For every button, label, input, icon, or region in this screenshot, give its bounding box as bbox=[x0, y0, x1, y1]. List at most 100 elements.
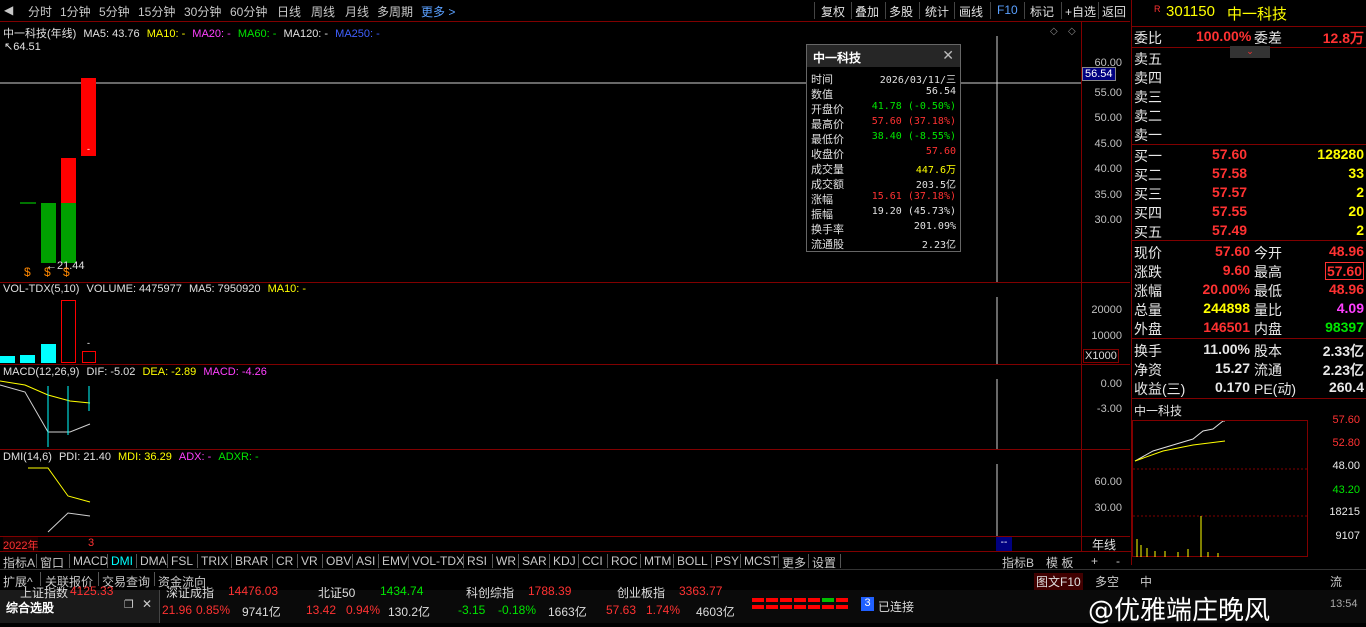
cursor-price-label: 56.54 bbox=[1082, 67, 1116, 81]
buy-level-row: 买五 57.49 2 bbox=[1134, 222, 1366, 241]
popup-row: 换手率 201.09% bbox=[811, 221, 956, 236]
svg-text:-: - bbox=[87, 144, 90, 154]
tool-stats[interactable]: 统计 bbox=[925, 3, 949, 20]
longshort-tab[interactable]: 多空 bbox=[1095, 573, 1119, 590]
period-30min[interactable]: 30分钟 bbox=[184, 3, 221, 20]
indicator-tab[interactable]: VR bbox=[301, 554, 318, 568]
period-multi[interactable]: 多周期 bbox=[377, 3, 413, 20]
index-value: 14476.03 bbox=[228, 584, 279, 598]
index-item[interactable]: 创业板指 3363.77 bbox=[617, 584, 767, 623]
indicator-tab[interactable]: BOLL bbox=[677, 554, 708, 568]
dmi-panel[interactable]: DMI(14,6) PDI: 21.40 MDI: 36.29 ADX: - A… bbox=[0, 450, 1081, 536]
connection-count: 3 bbox=[861, 597, 874, 611]
weibi-value: 100.00% bbox=[1196, 28, 1252, 44]
indicator-tab[interactable]: ROC bbox=[611, 554, 638, 568]
buy-volume: 20 bbox=[1348, 203, 1364, 219]
indicator-tab[interactable]: CCI bbox=[582, 554, 603, 568]
indicator-tabbar: 指标A 窗口 MACD DMI DMA FSL TRIX BRAR CR VR OBV ASI EMV V… bbox=[0, 551, 1131, 570]
tool-back[interactable]: 返回 bbox=[1102, 3, 1126, 20]
dollar-marker-2[interactable]: $ bbox=[44, 265, 51, 279]
info-value: 2.23亿 bbox=[1322, 362, 1364, 378]
popup-row-label: 最高价 bbox=[811, 119, 844, 131]
ytick: 10000 bbox=[1091, 330, 1122, 342]
mini-tick: 9107 bbox=[1335, 530, 1360, 542]
tool-add-favorite[interactable]: +自选 bbox=[1065, 3, 1096, 20]
popup-row: 最高价 57.60 (37.18%) bbox=[811, 116, 956, 131]
indicator-tab[interactable]: VOL-TDX bbox=[412, 554, 464, 568]
mini-tick: 48.00 bbox=[1332, 460, 1360, 472]
indicator-tab[interactable]: PSY bbox=[715, 554, 739, 568]
close-icon[interactable]: ✕ bbox=[142, 597, 152, 611]
ytick: -3.00 bbox=[1096, 403, 1122, 415]
tool-f10[interactable]: F10 bbox=[997, 3, 1018, 17]
period-5min[interactable]: 5分钟 bbox=[99, 3, 130, 20]
menu-arrow-icon[interactable]: ◀ bbox=[4, 3, 13, 17]
tool-overlay[interactable]: 叠加 bbox=[855, 3, 879, 20]
sell3-label: 卖三 bbox=[1134, 89, 1162, 105]
tool-mark[interactable]: 标记 bbox=[1030, 3, 1054, 20]
indicator-tab[interactable]: FSL bbox=[171, 554, 193, 568]
dollar-marker-1[interactable]: $ bbox=[24, 265, 31, 279]
indicator-tab[interactable]: DMI bbox=[111, 554, 133, 568]
period-day[interactable]: 日线 bbox=[277, 3, 301, 20]
mini-yaxis: 57.60 52.80 48.00 43.20 18215 9107 bbox=[1308, 412, 1366, 557]
popup-row-value: 15.61 (37.18%) bbox=[871, 191, 956, 202]
ytick: 30.00 bbox=[1094, 502, 1122, 514]
tool-multistock[interactable]: 多股 bbox=[889, 3, 913, 20]
indicator-tab[interactable]: CR bbox=[276, 554, 293, 568]
indicator-tab[interactable]: SAR bbox=[522, 554, 547, 568]
period-more-button[interactable]: 更多 > bbox=[421, 3, 455, 20]
period-1min[interactable]: 1分钟 bbox=[60, 3, 91, 20]
period-week[interactable]: 周线 bbox=[311, 3, 335, 20]
weicha-value: 12.8万 bbox=[1322, 30, 1364, 46]
period-label: 年线 bbox=[1092, 538, 1117, 552]
close-icon[interactable]: ✕ bbox=[942, 47, 954, 64]
mini-chart[interactable] bbox=[1132, 420, 1309, 557]
tool-draw[interactable]: 画线 bbox=[959, 3, 983, 20]
indicator-tab[interactable]: DMA bbox=[140, 554, 167, 568]
data-popup[interactable]: 中一科技 ✕ 时间 2026/03/11/三 数值 56.54 开盘价 41.78 (-0… bbox=[806, 44, 961, 252]
flow-tab[interactable]: 流 bbox=[1330, 573, 1342, 590]
kline-yaxis: 60.00 55.00 50.00 45.00 40.00 35.00 30.0… bbox=[1081, 22, 1130, 282]
dollar-marker-3[interactable]: $ bbox=[63, 265, 70, 279]
quote-value: 48.96 bbox=[1328, 243, 1364, 259]
indicator-tab[interactable]: WR bbox=[496, 554, 516, 568]
mini-intraday-chart bbox=[1133, 420, 1309, 557]
buy-level-row: 买四 57.55 20 bbox=[1134, 203, 1366, 222]
indicator-tab[interactable]: MCST bbox=[744, 554, 778, 568]
indicator-tab[interactable]: OBV bbox=[326, 554, 351, 568]
macd-panel[interactable]: MACD(12,26,9) DIF: -5.02 DEA: -2.89 MACD… bbox=[0, 365, 1081, 449]
info-row: 换手 11.00% 股本 2.33亿 bbox=[1134, 341, 1366, 360]
sell2-label: 卖二 bbox=[1134, 108, 1162, 124]
tool-fuquan[interactable]: 复权 bbox=[821, 3, 845, 20]
mini-chart-title: 中一科技 bbox=[1134, 404, 1183, 418]
indicator-tab[interactable]: MTM bbox=[644, 554, 671, 568]
indicator-tab[interactable]: ASI bbox=[356, 554, 375, 568]
period-intraday[interactable]: 分时 bbox=[28, 3, 52, 20]
period-month[interactable]: 月线 bbox=[345, 3, 369, 20]
restore-icon[interactable]: ❐ bbox=[124, 598, 134, 611]
indicator-right-tab[interactable]: - bbox=[1116, 554, 1120, 568]
indicator-tab[interactable]: KDJ bbox=[553, 554, 576, 568]
indicator-tab[interactable]: BRAR bbox=[235, 554, 268, 568]
ytick: 60.00 bbox=[1094, 476, 1122, 488]
period-15min[interactable]: 15分钟 bbox=[138, 3, 175, 20]
info-label: 流通 bbox=[1254, 362, 1282, 378]
indicator-tab[interactable]: EMV bbox=[382, 554, 408, 568]
f10-graphic-tab[interactable]: 图文F10 bbox=[1034, 573, 1083, 590]
popup-row-value: 56.54 bbox=[925, 86, 956, 97]
indicator-tab[interactable]: MACD bbox=[73, 554, 108, 568]
popup-row: 数值 56.54 bbox=[811, 86, 956, 101]
period-60min[interactable]: 60分钟 bbox=[230, 3, 267, 20]
mini-tick: 18215 bbox=[1329, 506, 1360, 518]
indicator-right-tab[interactable]: + bbox=[1091, 554, 1098, 568]
mid-tab[interactable]: 中 bbox=[1140, 573, 1152, 590]
popup-row-label: 流通股 bbox=[811, 239, 844, 251]
quote-value: 98397 bbox=[1325, 319, 1364, 335]
connection-status: 已连接 bbox=[878, 600, 915, 614]
indicator-tab[interactable]: TRIX bbox=[201, 554, 228, 568]
volume-panel[interactable]: VOL-TDX(5,10) VOLUME: 4475977 MA5: 79509… bbox=[0, 283, 1081, 364]
popup-row-label: 换手率 bbox=[811, 224, 844, 236]
indicator-tab[interactable]: RSI bbox=[467, 554, 487, 568]
popup-row: 最低价 38.40 (-8.55%) bbox=[811, 131, 956, 146]
